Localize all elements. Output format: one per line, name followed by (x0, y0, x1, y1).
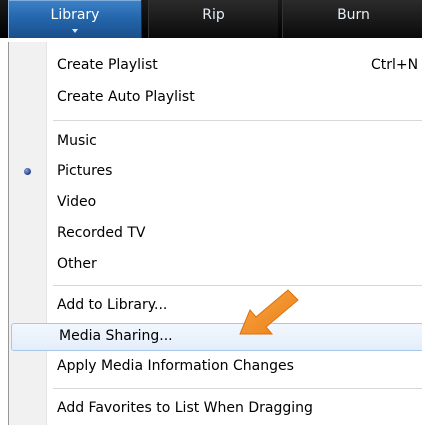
library-dropdown-menu: Create Playlist Ctrl+N Create Auto Playl… (8, 42, 422, 425)
menu-item-music[interactable]: Music (9, 128, 422, 156)
tab-library-label: Library (50, 7, 100, 23)
menu-item-add-favorites[interactable]: Add Favorites to List When Dragging (9, 395, 422, 423)
menu-item-label: Add to Library... (57, 297, 168, 313)
tab-burn[interactable]: Burn (282, 0, 422, 38)
menu-separator (53, 388, 422, 390)
menu-item-video[interactable]: Video (9, 189, 422, 217)
menu-item-label: Create Auto Playlist (57, 89, 195, 105)
menu-item-recorded-tv[interactable]: Recorded TV (9, 220, 422, 248)
radio-selected-icon (24, 168, 31, 175)
tab-rip[interactable]: Rip (148, 0, 278, 38)
menu-item-add-to-library[interactable]: Add to Library... (9, 292, 422, 320)
chevron-down-icon (72, 29, 78, 33)
menu-item-label: Create Playlist (57, 57, 158, 73)
menu-item-media-sharing[interactable]: Media Sharing... (11, 323, 422, 351)
toolbar: Library Rip Burn (0, 0, 422, 38)
menu-separator (53, 120, 422, 122)
menu-item-label: Media Sharing... (59, 328, 173, 344)
menu-item-label: Apply Media Information Changes (57, 358, 294, 374)
menu-item-create-auto-playlist[interactable]: Create Auto Playlist (9, 84, 422, 112)
menu-item-label: Pictures (57, 163, 113, 179)
menu-item-shortcut: Ctrl+N (371, 57, 419, 73)
menu-item-label: Recorded TV (57, 225, 146, 241)
menu-item-label: Video (57, 194, 97, 210)
menu-item-label: Music (57, 133, 97, 149)
pointer-arrow-icon (239, 289, 299, 335)
menu-item-other[interactable]: Other (9, 251, 422, 279)
tab-burn-label: Burn (337, 7, 370, 23)
tab-library[interactable]: Library (8, 0, 142, 38)
menu-item-create-playlist[interactable]: Create Playlist Ctrl+N (9, 52, 422, 80)
menu-item-label: Other (57, 256, 97, 272)
menu-item-apply-media-info[interactable]: Apply Media Information Changes (9, 353, 422, 381)
media-player-window: Library Rip Burn Create Playlist Ctrl+N … (0, 0, 422, 425)
tab-rip-label: Rip (202, 7, 225, 23)
menu-item-label: Add Favorites to List When Dragging (57, 400, 313, 416)
menu-item-pictures[interactable]: Pictures (9, 158, 422, 186)
